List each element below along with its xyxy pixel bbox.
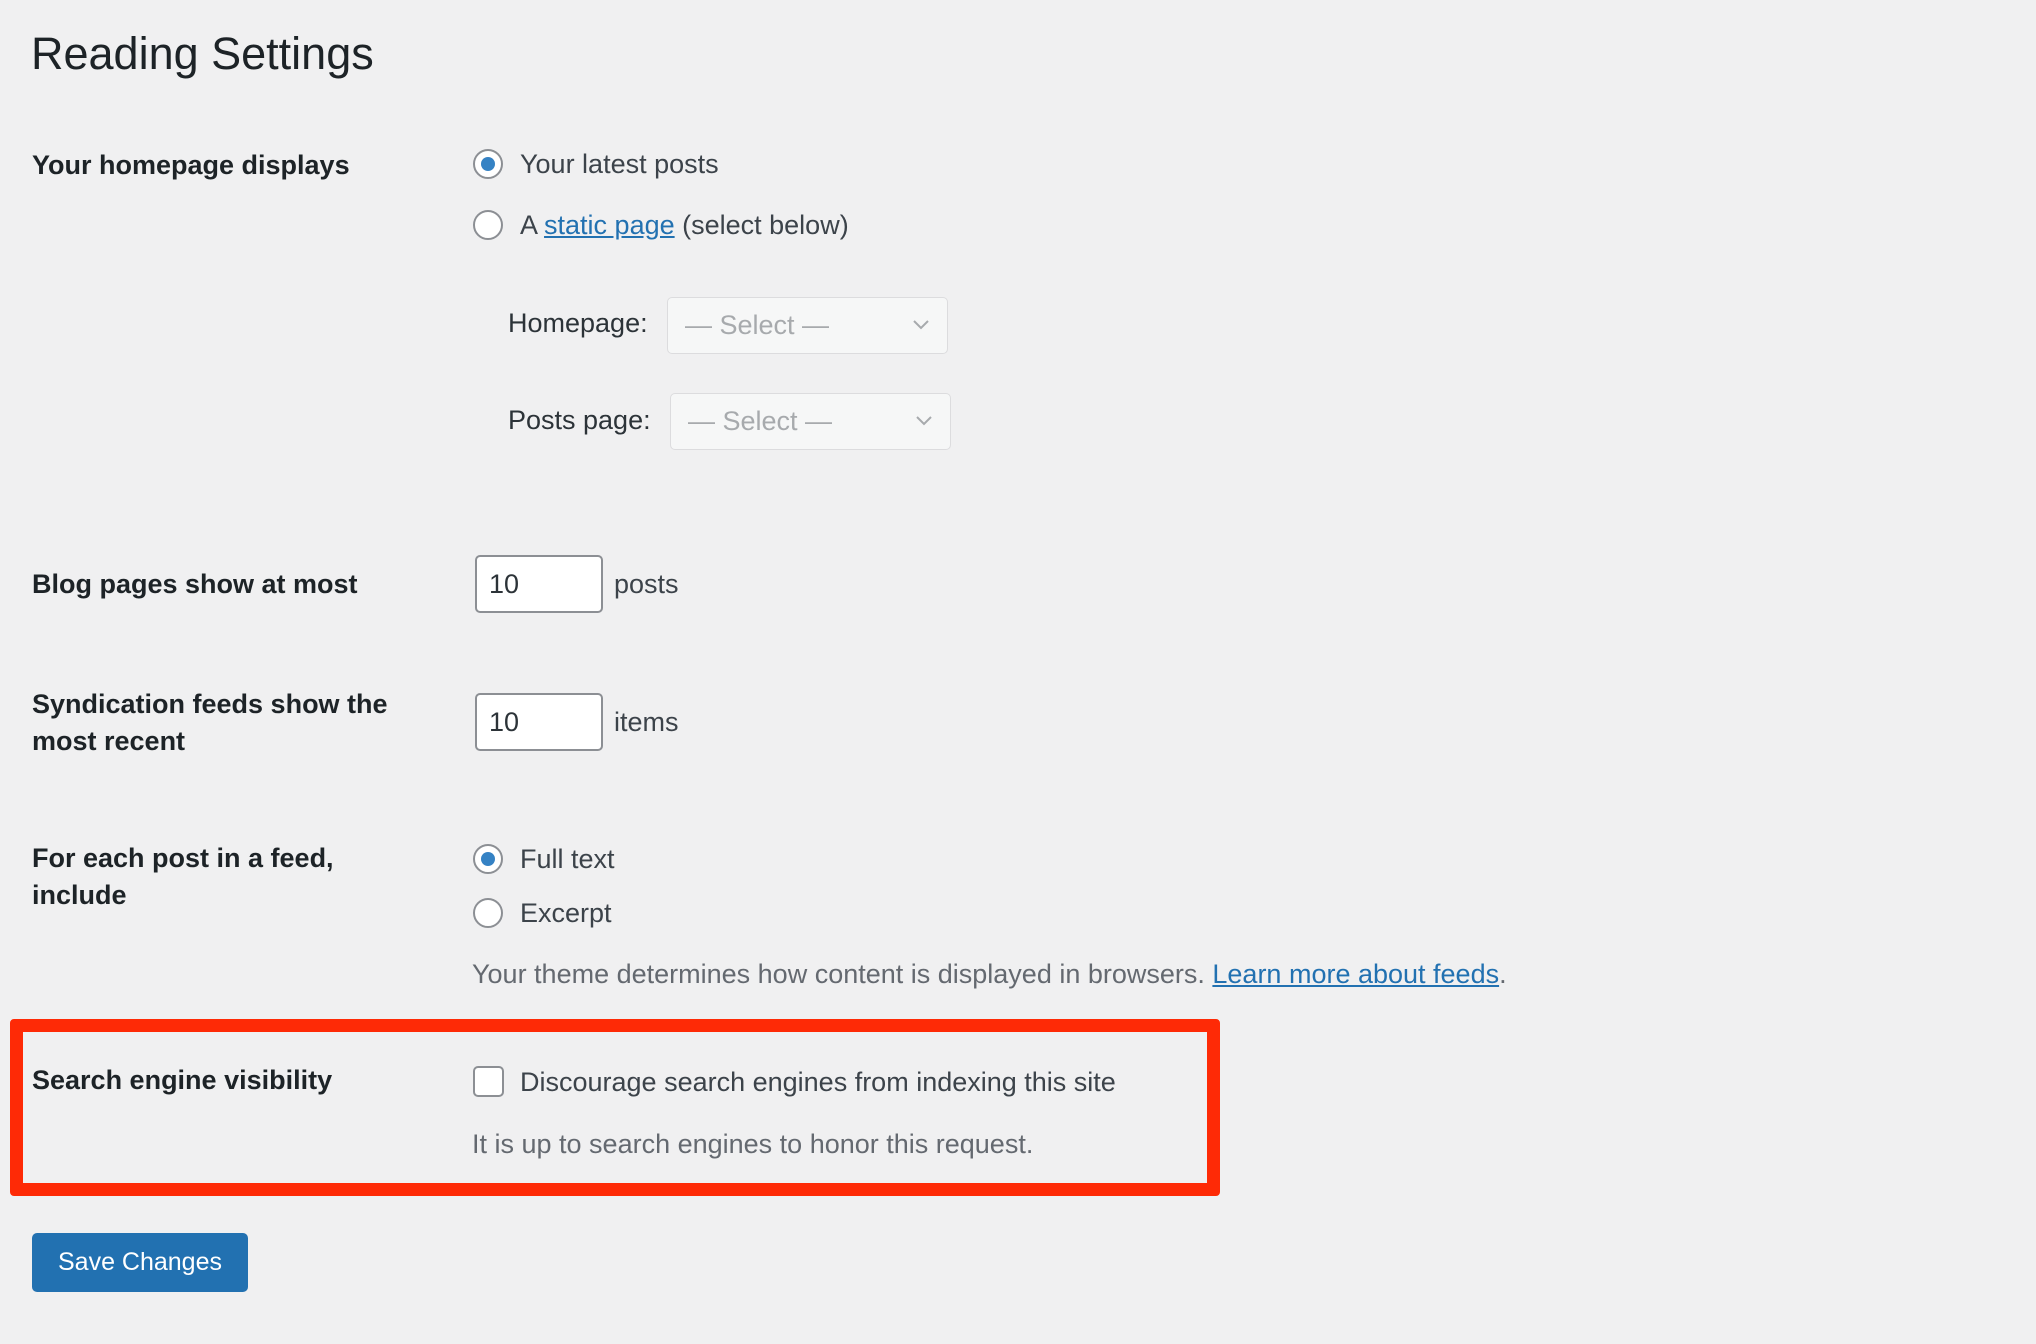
blog-pages-unit: posts: [614, 569, 679, 599]
homepage-select[interactable]: — Select —: [667, 297, 948, 354]
blog-pages-input[interactable]: 10: [475, 555, 603, 613]
feed-description-text: Your theme determines how content is dis…: [472, 959, 1213, 989]
syndication-label-line2: most recent: [32, 726, 186, 756]
feed-content-label-line1: For each post in a feed,: [32, 843, 334, 873]
static-page-suffix: (select below): [674, 210, 849, 240]
learn-more-feeds-link[interactable]: Learn more about feeds: [1212, 959, 1499, 989]
radio-static-page[interactable]: [473, 210, 503, 240]
search-visibility-label: Search engine visibility: [32, 1065, 333, 1095]
posts-page-select-label: Posts page:: [508, 405, 651, 435]
search-visibility-description: It is up to search engines to honor this…: [472, 1129, 1034, 1159]
static-page-prefix: A: [520, 210, 545, 240]
radio-latest-posts-label[interactable]: Your latest posts: [520, 147, 719, 181]
feed-description-period: .: [1499, 959, 1507, 989]
syndication-unit: items: [614, 707, 679, 737]
syndication-label-line1: Syndication feeds show the: [32, 689, 388, 719]
discourage-search-label[interactable]: Discourage search engines from indexing …: [520, 1065, 1116, 1099]
discourage-search-checkbox[interactable]: [473, 1066, 504, 1097]
blog-pages-label: Blog pages show at most: [32, 569, 358, 599]
syndication-input[interactable]: 10: [475, 693, 603, 751]
feed-description: Your theme determines how content is dis…: [472, 957, 1507, 991]
page-title: Reading Settings: [31, 28, 374, 79]
homepage-displays-label: Your homepage displays: [32, 150, 350, 180]
highlight-box: [10, 1019, 1220, 1196]
posts-page-select-value: — Select —: [688, 406, 833, 436]
radio-full-text[interactable]: [473, 844, 503, 874]
save-changes-button[interactable]: Save Changes: [32, 1233, 248, 1292]
homepage-select-label: Homepage:: [508, 308, 648, 338]
radio-excerpt[interactable]: [473, 898, 503, 928]
radio-latest-posts[interactable]: [473, 149, 503, 179]
homepage-select-value: — Select —: [685, 310, 830, 340]
posts-page-select[interactable]: — Select —: [670, 393, 951, 450]
radio-excerpt-label[interactable]: Excerpt: [520, 896, 612, 930]
radio-static-page-label[interactable]: A static page (select below): [520, 208, 849, 242]
static-page-link[interactable]: static page: [544, 210, 675, 240]
chevron-down-icon: [913, 320, 929, 330]
chevron-down-icon: [916, 416, 932, 426]
feed-content-label-line2: include: [32, 880, 127, 910]
radio-full-text-label[interactable]: Full text: [520, 842, 615, 876]
